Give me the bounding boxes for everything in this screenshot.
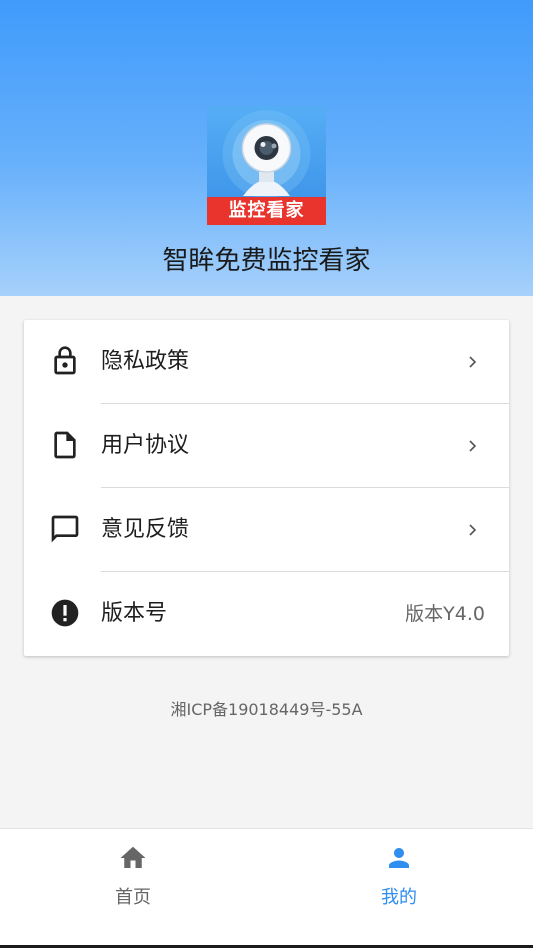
version-row: 版本号 版本Y4.0 [24,572,509,656]
chevron-right-icon [469,524,477,536]
info-alert-icon [51,599,79,627]
lock-icon [54,346,76,375]
privacy-policy-label: 隐私政策 [101,349,190,374]
version-label: 版本号 [101,601,168,626]
person-icon [389,848,409,868]
settings-card: 隐私政策 用户协议 意见反馈 版本号 版本Y4.0 [24,320,509,656]
app-title: 智眸免费监控看家 [162,246,371,276]
chevron-right-icon [469,440,477,452]
feedback-label: 意见反馈 [101,517,190,542]
user-agreement-row[interactable]: 用户协议 [24,404,509,488]
icp-record: 湘ICP备19018449号-55A [170,700,363,719]
message-icon [51,515,79,543]
profile-header: 监控看家 智眸免费监控看家 [0,0,533,296]
camera-icon [222,110,311,198]
version-value: 版本Y4.0 [405,603,485,625]
privacy-policy-row[interactable]: 隐私政策 [24,320,509,404]
user-agreement-label: 用户协议 [101,433,190,458]
my-page: 监控看家 智眸免费监控看家 隐私政策 用户协议 意见反馈 版本号 版本Y4.0 … [0,0,533,948]
app-logo: 监控看家 [207,106,326,225]
bottom-nav: 首页 我的 [0,828,533,948]
chevron-right-icon [469,356,477,368]
logo-text: 监控看家 [207,197,326,225]
tab-mine-label: 我的 [381,887,417,908]
tab-home-label: 首页 [115,887,151,908]
feedback-row[interactable]: 意见反馈 [24,488,509,572]
document-icon [54,431,76,459]
home-icon [120,846,146,868]
tab-home[interactable]: 首页 [0,829,266,919]
tab-mine[interactable]: 我的 [266,829,532,919]
